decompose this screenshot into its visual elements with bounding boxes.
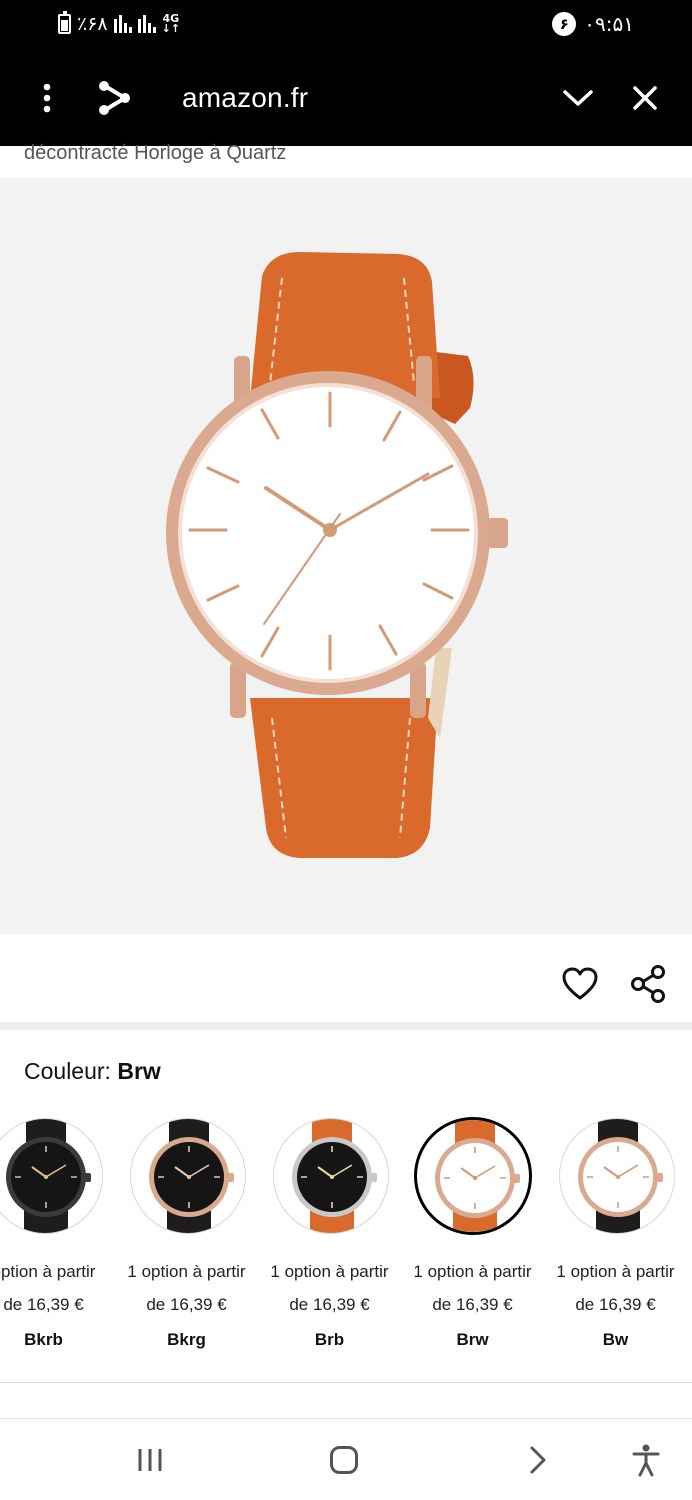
browser-toolbar: amazon.fr (0, 50, 692, 146)
color-option-code: Brb (314, 1330, 345, 1349)
system-nav-bar (0, 1420, 692, 1500)
color-swatch-list: option à partir de 16,39 € Bkrb 1 option à … (0, 1112, 692, 1362)
product-actions (0, 934, 692, 1022)
color-option-availability: 1 option à partir (413, 1262, 532, 1281)
color-option-thumbnail (0, 1118, 103, 1234)
color-option-brb[interactable]: 1 option à partir de 16,39 € Brb (258, 1112, 401, 1362)
color-option-price: de 16,39 € (289, 1295, 370, 1314)
color-option-availability: 1 option à partir (127, 1262, 246, 1281)
color-option-thumbnail (273, 1118, 389, 1234)
color-option-price: de 16,39 € (146, 1295, 227, 1314)
chevron-right-icon[interactable] (516, 1438, 560, 1482)
color-option-code: Bkrg (167, 1330, 206, 1349)
page-domain: amazon.fr (182, 82, 309, 113)
accessibility-icon[interactable] (624, 1438, 668, 1482)
color-label: Couleur: Brw (24, 1058, 161, 1084)
color-option-price: de 16,39 € (3, 1295, 84, 1314)
section-divider (0, 1382, 692, 1383)
status-bar: ٪۶۸ 4G ↓↑ ۶ ۰۹:۵۱ (0, 0, 692, 50)
network-type: 4G ↓↑ (161, 12, 181, 35)
chevron-down-icon[interactable] (558, 78, 598, 118)
selected-color: Brw (117, 1058, 161, 1084)
navbar-divider (0, 1418, 692, 1419)
color-option-price: de 16,39 € (432, 1295, 513, 1314)
battery-icon (58, 11, 71, 34)
color-option-code: Bw (602, 1330, 629, 1349)
color-option-availability: 1 option à partir (270, 1262, 389, 1281)
watch-image (166, 252, 508, 858)
section-divider (0, 1022, 692, 1030)
notification-badge: ۶ (552, 12, 577, 36)
color-option-thumbnail (130, 1118, 246, 1234)
share-icon[interactable] (94, 78, 134, 118)
signal-icon (137, 15, 156, 33)
status-left: ٪۶۸ 4G ↓↑ (58, 11, 181, 35)
watch-thumbnail (292, 1119, 377, 1233)
color-option-availability: 1 option à partir (556, 1262, 675, 1281)
close-icon[interactable] (625, 78, 665, 118)
product-title: décontracté Horloge à Quartz (24, 142, 287, 164)
color-option-thumbnail (414, 1117, 532, 1235)
battery-level: ٪۶۸ (77, 13, 108, 35)
watch-thumbnail (435, 1120, 520, 1232)
watch-thumbnail (149, 1119, 234, 1233)
color-option-price: de 16,39 € (575, 1295, 656, 1314)
watch-thumbnail (578, 1119, 663, 1233)
color-option-brw[interactable]: 1 option à partir de 16,39 € Brw (401, 1112, 544, 1362)
color-option-code: Brw (456, 1330, 489, 1349)
color-option-thumbnail (559, 1118, 675, 1234)
status-right: ۶ ۰۹:۵۱ (552, 12, 634, 36)
recents-icon[interactable] (128, 1438, 172, 1482)
clock: ۰۹:۵۱ (584, 12, 634, 36)
signal-icon (113, 15, 132, 33)
color-option-bkrg[interactable]: 1 option à partir de 16,39 € Bkrg (115, 1112, 258, 1362)
color-option-bw[interactable]: 1 option à partir de 16,39 € Bw (544, 1112, 687, 1362)
more-vert-icon[interactable] (27, 78, 67, 118)
color-option-bkrb[interactable]: option à partir de 16,39 € Bkrb (0, 1112, 115, 1362)
share-icon[interactable] (628, 964, 668, 1004)
watch-thumbnail (6, 1119, 91, 1233)
product-image[interactable] (0, 178, 692, 934)
heart-icon[interactable] (560, 964, 600, 1004)
color-option-code: Bkrb (24, 1330, 63, 1349)
home-icon[interactable] (322, 1438, 366, 1482)
